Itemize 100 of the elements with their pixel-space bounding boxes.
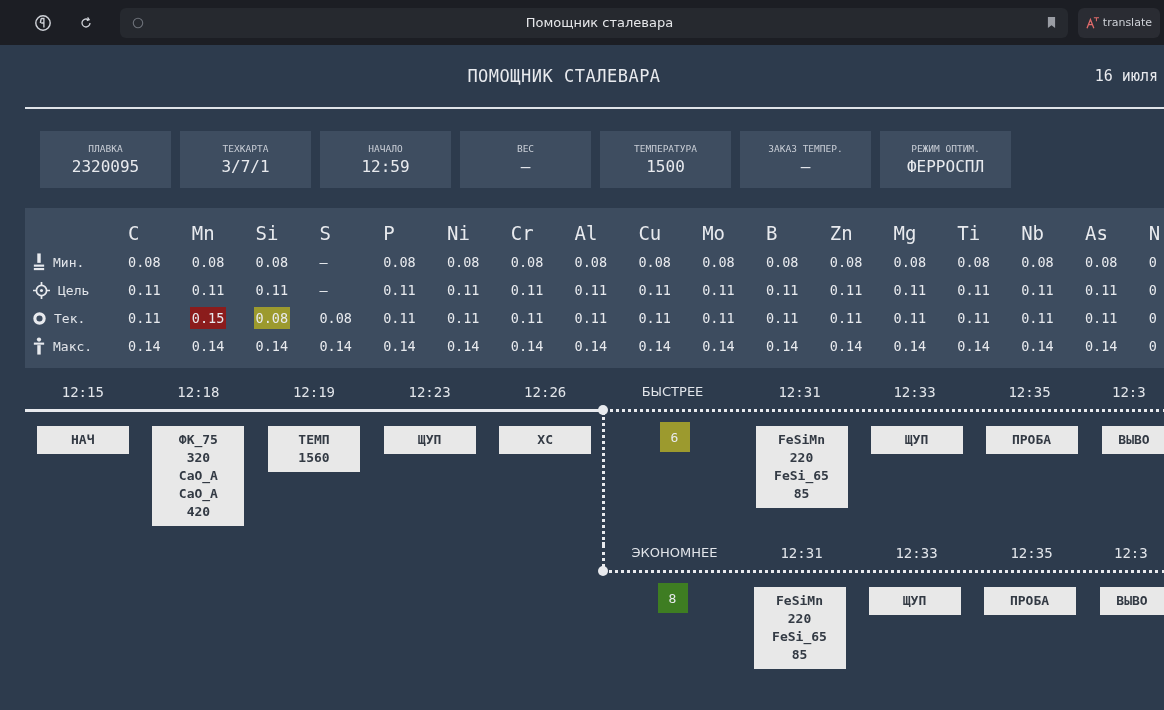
card-value: 1500 [646,157,685,176]
value-cell-text: 0.14 [318,337,353,356]
value-cell-text: — [318,253,329,272]
value-cell-text: 0.11 [764,281,800,300]
step-card[interactable]: FeSiMn 220 FeSi_65 85 [755,426,848,508]
card-label: РЕЖИМ ОПТИМ. [911,143,980,154]
step-card[interactable]: ТЕМП 1560 [268,426,360,472]
card-label: НАЧАЛО [368,143,403,154]
value-cell-text: 0.14 [1083,337,1119,356]
lower-limit-icon [33,253,45,271]
value-cell-text: 0.14 [892,337,928,356]
value-cell-text: 0.11 [573,281,609,300]
value-cell-text: 0 [1147,253,1158,272]
value-cell-text: 0.14 [573,337,609,356]
step-card[interactable]: ХС [499,426,592,454]
step-card[interactable]: ВЫВО [1100,587,1164,615]
step-card[interactable]: ЩУП [383,426,476,454]
card-value: 2320095 [71,157,140,176]
element-header: Ti [957,222,982,244]
value-cell-text: 0.14 [637,337,672,356]
card-label: ТЕМПЕРАТУРА [634,143,697,154]
score-badge: 6 [659,422,690,452]
card-label: ЗАКАЗ ТЕМПЕР. [768,143,843,154]
value-cell-text: 0.08 [446,253,481,272]
value-cell-text: 0.11 [446,281,481,300]
step-card[interactable]: ПРОБА [983,587,1076,615]
step-card[interactable]: ВЫВО [1102,426,1164,454]
value-cell-text: 0.11 [509,309,545,328]
element-header: As [1084,222,1109,244]
card-value: 3/7/1 [221,157,270,176]
upper-limit-icon [33,337,45,355]
value-cell-text: 0.08 [573,253,609,272]
translate-button[interactable]: translate [1077,7,1160,38]
card-value: — [800,157,811,176]
step-card[interactable]: ПРОБА [985,426,1078,454]
row-label: Мин. [53,254,85,270]
time-label: 12:33 [894,545,939,563]
step-card[interactable]: ЩУП [868,587,961,615]
value-cell-text: 0.11 [637,281,672,300]
value-cell-text: 0.08 [956,253,991,272]
value-cell-text: 0.14 [828,337,864,356]
value-cell-text: 0.11 [190,281,226,300]
element-header: C [128,222,141,244]
element-header: N [1148,222,1162,244]
element-header: Nb [1021,222,1046,244]
site-icon [132,16,144,29]
value-cell-text: 0.11 [1083,309,1119,328]
value-cell: 0.08 [253,307,291,329]
address-bar[interactable]: Помощник сталевара [120,7,1068,38]
row-label: Тек. [54,310,86,326]
value-cell-text: 0.11 [382,281,417,300]
value-cell-text: 0.11 [1020,309,1055,328]
step-card[interactable]: ФК_75 320 CaO_A CaO_A 420 [152,426,245,526]
element-header: Si [255,222,280,244]
target-icon [33,281,50,299]
value-cell-text: 0 [1147,337,1158,356]
value-cell-text: 0.08 [828,253,864,272]
element-header: P [383,222,396,244]
value-cell-text: 0 [1147,309,1158,328]
element-header: S [319,222,332,244]
value-cell-text: 0.08 [382,253,417,272]
card-value: 12:59 [361,157,410,176]
date-label: 16 июля [1093,67,1159,85]
card-label: ПЛАВКА [88,143,123,154]
time-label: 12:19 [291,384,337,402]
value-cell-text: 0 [1147,281,1158,300]
bookmark-icon[interactable] [1046,17,1056,28]
score-badge: 8 [657,583,688,613]
value-cell-text: — [318,281,329,300]
app-title: ПОМОЩНИК СТАЛЕВАРА [466,66,662,86]
element-header: Ni [447,222,471,244]
step-card[interactable]: НАЧ [36,426,129,454]
time-label: 12:33 [892,384,937,402]
value-cell-text: 0.14 [190,337,226,356]
value-cell-text: 0.14 [254,337,290,356]
value-cell-text: 0.08 [764,253,800,272]
value-cell-text: 0.11 [127,309,162,328]
value-cell-text: 0.08 [254,253,290,272]
translate-icon [1085,16,1100,29]
step-card[interactable]: ЩУП [870,426,963,454]
value-cell-text: 0.11 [1083,281,1119,300]
browser-logo-icon[interactable] [34,13,52,32]
element-header: Mn [191,222,216,244]
row-label: Цель [58,282,90,298]
card-value: — [520,157,531,176]
value-cell-text: 0.11 [446,309,481,328]
step-card[interactable]: FeSiMn 220 FeSi_65 85 [753,587,846,669]
value-cell-text: 0.11 [956,309,991,328]
value-cell-text: 0.14 [956,337,991,356]
time-label: 12:31 [779,545,824,563]
time-label: 12:18 [176,384,221,402]
value-cell-text: 0.14 [509,337,545,356]
value-cell-text: 0.11 [254,281,290,300]
value-cell-text: 0.08 [190,253,226,272]
branch-label: БЫСТРЕЕ [640,384,705,401]
reload-icon[interactable] [78,14,94,31]
time-label: 12:26 [523,384,568,402]
value-cell-text: 0.11 [127,281,162,300]
card-label: ВЕС [516,143,535,154]
branch-label: ЭКОНОМНЕЕ [630,545,719,562]
